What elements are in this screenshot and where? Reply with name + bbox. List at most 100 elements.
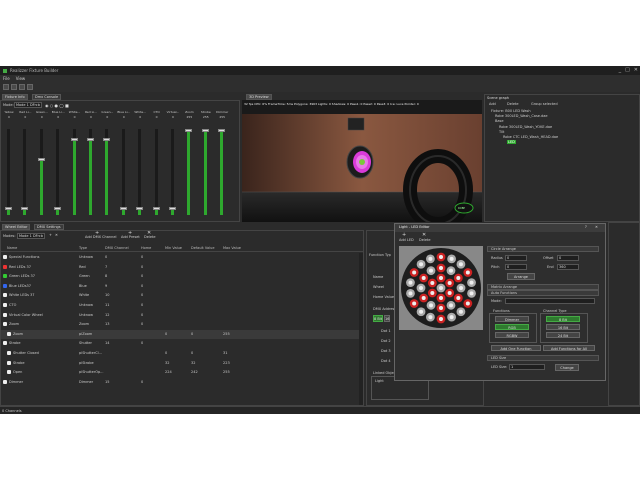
col-dmx-channel[interactable]: DMX Channel bbox=[105, 246, 129, 250]
table-row[interactable]: Blue LEDs37 Blue 9 0 bbox=[1, 282, 363, 291]
channel-fader[interactable] bbox=[103, 129, 111, 215]
fn-dimmer-button[interactable]: Dimmer bbox=[495, 316, 529, 322]
menu-view[interactable]: View bbox=[16, 76, 26, 81]
scene-node[interactable]: Base bbox=[495, 119, 504, 123]
scene-node[interactable]: Tilt bbox=[499, 130, 504, 134]
offset-input[interactable]: 0 bbox=[557, 255, 579, 261]
scene-add-button[interactable]: Add bbox=[489, 102, 496, 106]
table-row[interactable]: Shutter Closed piShutterCl... 0 0 31 bbox=[1, 349, 363, 358]
scene-node[interactable]: Robe 300LED_Wash_YOKE.dae bbox=[499, 125, 552, 129]
scene-node[interactable]: Robe 300LED_Wash_Case.dae bbox=[495, 114, 548, 118]
add-dmx-channel-button[interactable]: Add DMX Channel bbox=[85, 235, 116, 239]
delete-channel-button[interactable]: Delete bbox=[144, 235, 156, 239]
scene-node[interactable]: Robe CTC LED_Wash_HEAD.dae bbox=[503, 135, 558, 139]
fader-knob[interactable] bbox=[37, 157, 45, 161]
save-icon[interactable] bbox=[19, 84, 25, 90]
radius-input[interactable]: 0 bbox=[505, 255, 527, 261]
channel-fader[interactable] bbox=[87, 129, 94, 215]
table-row[interactable]: Open piShutterOp... 224 242 255 bbox=[1, 368, 363, 377]
add-preset-button[interactable]: Add Preset bbox=[121, 235, 140, 239]
btn-8bit[interactable]: 8 Bit bbox=[373, 315, 383, 322]
table-row[interactable]: Green LEDs 37 Green 8 0 bbox=[1, 272, 363, 281]
scene-node[interactable]: Fixture: B00 LED Wash bbox=[491, 109, 531, 113]
console-mode-select[interactable]: Mode 1 DFrcb bbox=[14, 102, 42, 108]
fader-knob[interactable] bbox=[21, 206, 29, 210]
scene-node[interactable]: LED bbox=[507, 140, 516, 145]
table-row[interactable]: Strobe Shutter 14 0 bbox=[1, 339, 363, 348]
channel-fader[interactable] bbox=[169, 129, 176, 215]
delete-led-button[interactable]: Delete bbox=[419, 238, 431, 242]
fader-knob[interactable] bbox=[70, 137, 78, 141]
channel-fader[interactable] bbox=[37, 129, 45, 215]
led-canvas[interactable] bbox=[399, 246, 483, 330]
table-row[interactable]: Strobe piStrobe 32 32 223 bbox=[1, 359, 363, 368]
table-row[interactable]: Zoom Zoom 13 0 bbox=[1, 320, 363, 329]
channel-fader[interactable] bbox=[152, 129, 160, 215]
col-home[interactable]: Home bbox=[141, 246, 151, 250]
col-min-value[interactable]: Min Value bbox=[165, 246, 182, 250]
preview-viewport[interactable]: ROBE 32 fps CPU: 6% FrameTime: 5ms Polyg… bbox=[242, 100, 482, 222]
arrange-button[interactable]: Arrange bbox=[507, 273, 535, 280]
ct-16bit-button[interactable]: 16 Bit bbox=[546, 324, 580, 330]
modes-select[interactable]: Mode 1 DFrcb bbox=[17, 233, 45, 239]
fader-knob[interactable] bbox=[5, 206, 12, 210]
fn-rgbw-button[interactable]: RGBW bbox=[495, 332, 529, 338]
col-type[interactable]: Type bbox=[79, 246, 87, 250]
col-name[interactable]: Name bbox=[7, 246, 17, 250]
channel-fader[interactable] bbox=[54, 129, 62, 215]
open-folder-icon[interactable] bbox=[11, 84, 17, 90]
table-row[interactable]: CTO Unknow 11 0 bbox=[1, 301, 363, 310]
fader-knob[interactable] bbox=[136, 206, 144, 210]
table-row[interactable]: Dimmer Dimmer 15 0 bbox=[1, 378, 363, 387]
end-input[interactable]: 360 bbox=[557, 264, 579, 270]
channel-fader[interactable] bbox=[70, 129, 78, 215]
fader-knob[interactable] bbox=[119, 206, 127, 210]
table-scrollbar[interactable] bbox=[359, 253, 363, 405]
col-default-value[interactable]: Default Value bbox=[191, 246, 215, 250]
scene-group-selected-button[interactable]: Group selected bbox=[531, 102, 558, 106]
close-button[interactable]: ✕ bbox=[634, 67, 638, 73]
fader-knob[interactable] bbox=[185, 129, 193, 133]
add-functions-for-all-button[interactable]: Add Functions for All bbox=[543, 345, 595, 351]
fader-knob[interactable] bbox=[169, 206, 176, 210]
menu-file[interactable]: File bbox=[3, 76, 10, 81]
fn-rgb-button[interactable]: RGB bbox=[495, 324, 529, 330]
led-editor-help-icon[interactable]: ? bbox=[585, 225, 587, 229]
fader-knob[interactable] bbox=[103, 137, 111, 141]
settings-icon[interactable] bbox=[27, 84, 33, 90]
fader-knob[interactable] bbox=[54, 206, 62, 210]
ct-8bit-button[interactable]: 8 Bit bbox=[546, 316, 580, 322]
table-row[interactable]: Special Functions Unknow 0 0 bbox=[1, 253, 363, 262]
led-size-section[interactable]: LED Size bbox=[487, 355, 599, 361]
channel-fader[interactable] bbox=[218, 129, 226, 215]
minimize-button[interactable]: _ bbox=[619, 67, 622, 73]
table-row[interactable]: Red LEDs 37 Red 7 0 bbox=[1, 263, 363, 272]
channel-fader[interactable] bbox=[21, 129, 29, 215]
col-max-value[interactable]: Max Value bbox=[223, 246, 241, 250]
auto-functions-section[interactable]: Auto Functions bbox=[487, 290, 599, 296]
table-row[interactable]: Zoom piZoom 0 0 255 bbox=[1, 329, 363, 339]
circle-arrange-section[interactable]: Circle Arrange bbox=[487, 246, 599, 252]
channel-fader[interactable] bbox=[201, 129, 209, 215]
channel-fader[interactable] bbox=[5, 129, 12, 215]
new-file-icon[interactable] bbox=[3, 84, 9, 90]
fader-knob[interactable] bbox=[152, 206, 160, 210]
channel-fader[interactable] bbox=[185, 129, 193, 215]
modes-add-icon[interactable]: + bbox=[49, 233, 52, 237]
led-size-input[interactable]: 1 bbox=[509, 364, 545, 370]
scene-delete-button[interactable]: Delete bbox=[507, 102, 519, 106]
channel-fader[interactable] bbox=[136, 129, 144, 215]
fader-knob[interactable] bbox=[218, 129, 226, 133]
led-editor-close-icon[interactable]: ✕ bbox=[595, 225, 598, 229]
ct-24bit-button[interactable]: 24 Bit bbox=[546, 332, 580, 338]
fader-knob[interactable] bbox=[201, 129, 209, 133]
btn-16bit[interactable]: 16 bbox=[384, 315, 390, 322]
channel-fader[interactable] bbox=[119, 129, 127, 215]
add-one-function-button[interactable]: Add One Function bbox=[491, 345, 541, 351]
table-row[interactable]: Virtual Color Wheel Unknow 12 0 bbox=[1, 311, 363, 320]
change-button[interactable]: Change bbox=[555, 364, 579, 371]
fader-knob[interactable] bbox=[87, 137, 94, 141]
mode-select[interactable] bbox=[505, 298, 595, 304]
maximize-button[interactable]: □ bbox=[625, 67, 630, 73]
pitch-input[interactable]: 0 bbox=[505, 264, 527, 270]
